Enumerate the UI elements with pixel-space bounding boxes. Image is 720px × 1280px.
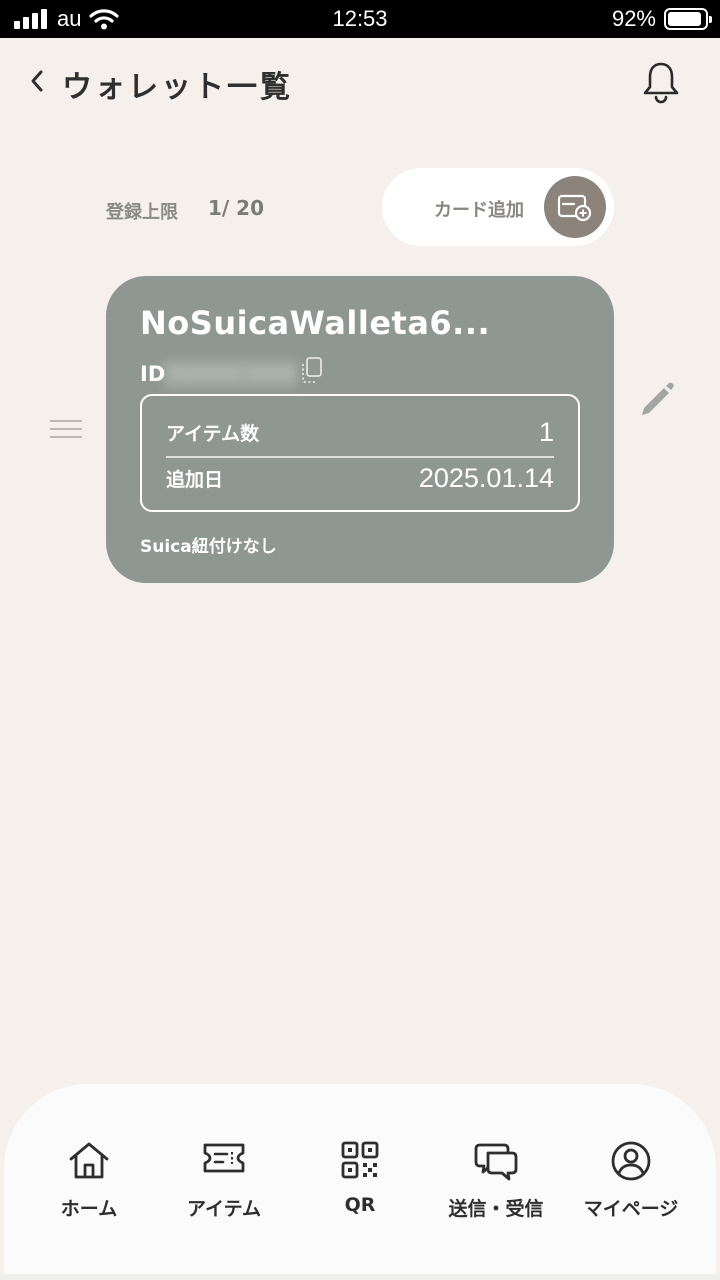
added-date-label: 追加日 (166, 468, 224, 491)
card-add-icon (557, 194, 592, 222)
home-indicator (0, 1274, 720, 1280)
pencil-icon (642, 382, 674, 415)
nav-send-receive[interactable]: 送信・受信 (431, 1140, 561, 1230)
qr-code-icon (341, 1141, 379, 1179)
battery-percentage: 92% (611, 6, 656, 31)
item-count-label: アイテム数 (166, 422, 260, 445)
bottom-navigation: ホーム アイテム QR 送信・受信 マイページ (4, 1084, 716, 1280)
nav-home[interactable]: ホーム (24, 1140, 154, 1230)
user-circle-icon (611, 1141, 651, 1181)
add-card-icon-circle (544, 176, 606, 238)
nav-items-label: アイテム (186, 1198, 262, 1220)
wallet-id-value: •••••• •••• (162, 360, 298, 388)
nav-mypage-label: マイページ (583, 1198, 679, 1220)
nav-home-label: ホーム (60, 1198, 118, 1220)
notifications-button[interactable] (636, 58, 686, 106)
ticket-icon (203, 1143, 245, 1173)
nav-mypage[interactable]: マイページ (566, 1140, 696, 1230)
wallet-info-box: アイテム数 1 追加日 2025.01.14 (140, 394, 580, 512)
added-date-value: 2025.01.14 (418, 462, 554, 493)
added-date-row: 追加日 2025.01.14 (166, 458, 554, 498)
suica-link-status: Suica紐付けなし (140, 537, 277, 557)
registration-limit-label: 登録上限 (106, 202, 178, 223)
nav-qr[interactable]: QR (295, 1140, 425, 1230)
nav-send-receive-label: 送信・受信 (448, 1198, 544, 1220)
item-count-value: 1 (538, 416, 554, 447)
edit-wallet-button[interactable] (636, 378, 678, 420)
copy-icon[interactable] (298, 356, 324, 384)
registration-limit-value: 1/ 20 (208, 196, 265, 220)
status-bar: au 12:53 92% (0, 0, 720, 38)
battery-icon (664, 8, 712, 30)
page-title: ウォレット一覧 (62, 70, 293, 105)
nav-items[interactable]: アイテム (159, 1140, 289, 1230)
bell-icon (643, 62, 679, 104)
home-icon (69, 1142, 109, 1179)
wallet-name: NoSuicaWalleta6... (140, 304, 491, 342)
nav-qr-label: QR (344, 1194, 376, 1216)
wallet-card[interactable]: NoSuicaWalleta6... ID •••••• •••• アイテム数 … (106, 276, 614, 583)
chat-bubbles-icon (474, 1143, 518, 1181)
back-button[interactable] (22, 64, 52, 98)
reorder-handle-icon[interactable] (50, 420, 82, 442)
add-card-label: カード追加 (434, 200, 524, 221)
item-count-row: アイテム数 1 (166, 412, 554, 452)
chevron-left-icon (31, 70, 43, 92)
add-card-button[interactable]: カード追加 (382, 168, 614, 246)
